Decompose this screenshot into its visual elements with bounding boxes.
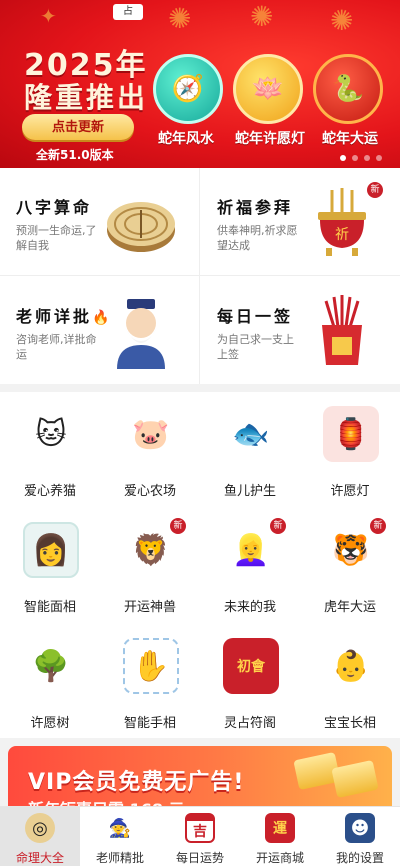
feature-title: 祈福参拜: [217, 198, 294, 217]
grid-item-fish[interactable]: 🐟 鱼儿护生: [200, 392, 300, 508]
grid-item-label: 宝宝长相: [323, 716, 376, 731]
grid-item-lucky-beast[interactable]: 🦁 新 开运神兽: [100, 508, 200, 624]
tool-grid: 🐱 爱心养猫 🐷 爱心农场 🐟 鱼儿护生 🏮 许愿灯 👩 智能面相 🦁 新 开运…: [0, 392, 400, 738]
grid-item-palm-reading[interactable]: ✋ 智能手相: [100, 624, 200, 740]
grid-item-label: 灵占符阁: [223, 716, 276, 731]
nav-label: 命理大全: [15, 851, 64, 865]
feature-desc: 为自己求一支上上签: [217, 333, 294, 361]
lantern-icon: 🏮: [323, 406, 379, 462]
wish-tree-icon: 🌳: [32, 648, 70, 684]
new-badge: 新: [270, 518, 286, 534]
grid-item-future-me[interactable]: 👱‍♀️ 新 未来的我: [200, 508, 300, 624]
firework-decoration-icon: ✺: [168, 2, 192, 35]
nav-label: 开运商城: [255, 851, 304, 865]
shopping-bag-icon: 運: [265, 813, 295, 843]
feature-title: 八字算命: [16, 198, 93, 217]
grid-item-label: 许愿树: [30, 716, 70, 731]
calendar-icon: 吉: [185, 813, 215, 843]
grid-item-label: 智能面相: [23, 600, 76, 615]
fortune-sticks-icon: [322, 295, 362, 365]
nav-fortune-encyclopedia[interactable]: ◎ 命理大全: [0, 807, 80, 866]
app-chip: 占: [113, 4, 143, 20]
cat-icon: 🐱: [35, 416, 67, 452]
feature-master[interactable]: 老师详批🔥 咨询老师,详批命运: [0, 277, 199, 384]
firework-decoration-icon: ✺: [330, 4, 354, 37]
feature-title: 老师详批🔥: [16, 307, 113, 326]
feature-desc: 预测一生命运,了解自我: [16, 224, 97, 252]
nav-label: 老师精批: [95, 851, 144, 865]
feature-desc: 供奉神明,祈求愿望达成: [217, 224, 298, 252]
grid-item-farm[interactable]: 🐷 爱心农场: [100, 392, 200, 508]
grid-item-cat[interactable]: 🐱 爱心养猫: [0, 392, 100, 508]
grid-item-wish-tree[interactable]: 🌳 许愿树: [0, 624, 100, 740]
master-icon: 🧙: [108, 817, 132, 839]
nav-master[interactable]: 🧙 老师精批: [80, 807, 160, 866]
update-button[interactable]: 点击更新: [22, 114, 134, 140]
feature-daily-lot[interactable]: 每日一签 为自己求一支上上签: [201, 277, 400, 384]
grid-item-label: 鱼儿护生: [223, 484, 276, 499]
pig-icon: 🐷: [132, 416, 170, 452]
feature-bazi[interactable]: 八字算命 预测一生命运,了解自我: [0, 168, 199, 275]
master-icon: [117, 299, 165, 369]
nav-daily-fortune[interactable]: 吉 每日运势: [160, 807, 240, 866]
palm-icon: ✋: [123, 638, 179, 694]
compass-icon: 🧭: [171, 74, 205, 104]
grid-item-label: 虎年大运: [323, 600, 376, 615]
feature-title: 每日一签: [217, 307, 294, 326]
grid-item-label: 爱心养猫: [23, 484, 76, 499]
grid-item-label: 未来的我: [223, 600, 276, 615]
vip-title: VIP会员免费无广告!: [28, 770, 245, 795]
version-label: 全新51.0版本: [36, 148, 114, 162]
nav-label: 我的设置: [335, 851, 384, 865]
carousel-dot: [364, 155, 370, 161]
snake-mascot-icon: 🐍: [331, 74, 365, 104]
grid-item-label: 开运神兽: [123, 600, 176, 615]
divider: [0, 275, 400, 276]
talisman-icon: 初會: [223, 638, 279, 694]
grid-item-talisman[interactable]: 初會 灵占符阁: [200, 624, 300, 740]
promo-wish-lamp[interactable]: 🪷: [233, 54, 303, 124]
feature-prayer[interactable]: 祈福参拜 供奉神明,祈求愿望达成 祈 新: [201, 168, 400, 275]
firework-decoration-icon: ✺: [250, 0, 274, 33]
face-scan-icon: 👩: [23, 522, 79, 578]
promo-label-wish-lamp[interactable]: 蛇年许愿灯: [224, 128, 316, 148]
compass-icon: ◎: [25, 813, 55, 843]
firework-decoration-icon: ✦: [40, 4, 57, 28]
feature-desc: 咨询老师,详批命运: [16, 333, 97, 361]
nav-settings[interactable]: ☻ 我的设置: [320, 807, 400, 866]
carousel-dot-active: [340, 155, 346, 161]
grid-item-label: 爱心农场: [123, 484, 176, 499]
profile-icon: ☻: [345, 813, 375, 843]
carousel-dots: [340, 155, 382, 161]
promo-fortune[interactable]: 🐍: [313, 54, 383, 124]
new-badge: 新: [370, 518, 386, 534]
grid-item-tiger-year[interactable]: 🐯 新 虎年大运: [300, 508, 400, 624]
carousel-dot: [376, 155, 382, 161]
bottom-nav: ◎ 命理大全 🧙 老师精批 吉 每日运势 運 开运商城 ☻ 我的设置: [0, 806, 400, 866]
vip-card-icon: [331, 759, 379, 799]
promo-label-fengshui[interactable]: 蛇年风水: [146, 128, 226, 148]
divider: [199, 168, 200, 384]
carousel-dot: [352, 155, 358, 161]
svg-text:祈: 祈: [335, 227, 349, 243]
grid-item-baby-face[interactable]: 👶 宝宝长相: [300, 624, 400, 740]
grid-item-label: 智能手相: [123, 716, 176, 731]
promo-label-fortune[interactable]: 蛇年大运: [310, 128, 390, 148]
lotus-lamp-icon: 🪷: [251, 74, 285, 104]
compass-icon: [107, 202, 175, 252]
promo-fengshui[interactable]: 🧭: [153, 54, 223, 124]
banner-slogan: 隆重推出: [24, 81, 149, 114]
koi-fish-icon: 🐟: [232, 416, 270, 452]
nav-label: 每日运势: [175, 851, 224, 865]
grid-item-lantern[interactable]: 🏮 许愿灯: [300, 392, 400, 508]
nav-shop[interactable]: 運 开运商城: [240, 807, 320, 866]
baby-face-icon: 👶: [332, 648, 370, 684]
promo-banner[interactable]: ✺ ✺ ✺ ✦ 占 2025年 隆重推出 点击更新 全新51.0版本 🧭 🪷 🐍…: [0, 0, 400, 168]
new-badge: 新: [367, 182, 383, 198]
feature-grid: 八字算命 预测一生命运,了解自我 祈福参拜 供奉神明,祈求愿望达成 祈 新 老师…: [0, 168, 400, 384]
grid-item-label: 许愿灯: [330, 484, 370, 499]
grid-item-face-reading[interactable]: 👩 智能面相: [0, 508, 100, 624]
new-badge: 新: [170, 518, 186, 534]
